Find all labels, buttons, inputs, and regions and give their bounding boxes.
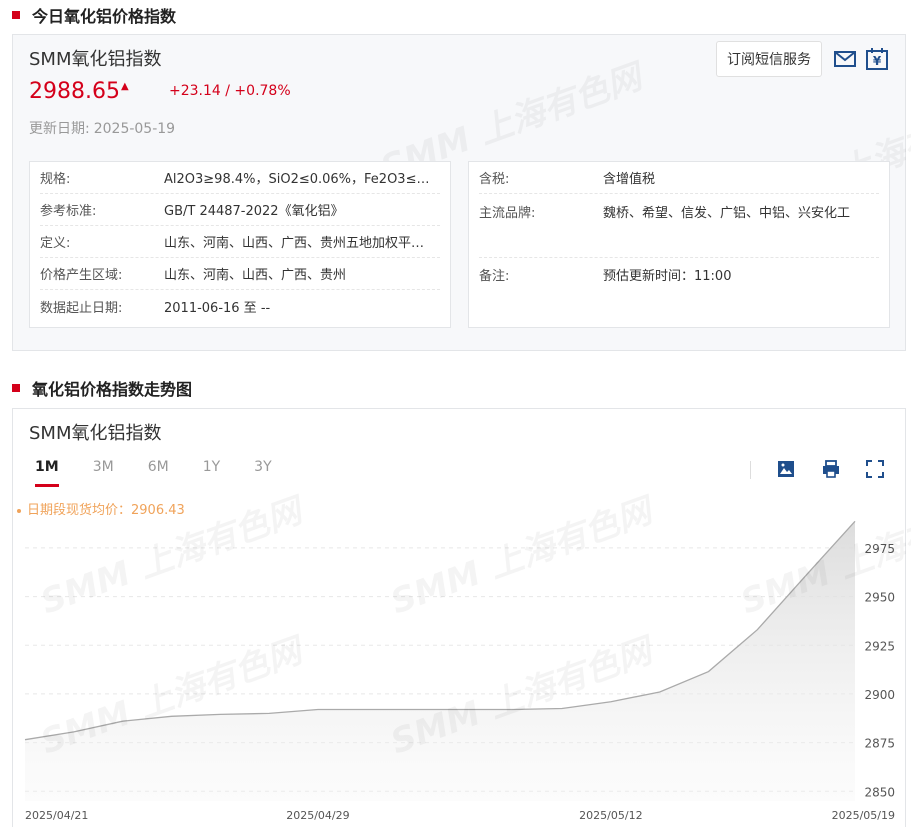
spec-info-box: 规格: Al2O3≥98.4%，SiO2≤0.06%，Fe2O3≤0.02% 参考… [29,161,451,328]
y-tick-label: 2975 [864,542,895,556]
y-tick-label: 2925 [864,639,895,653]
range-tabs: 1M 3M 6M 1Y 3Y [35,459,306,487]
index-price: 2988.65 [29,79,120,104]
info-row: 主流品牌: 魏桥、希望、信发、广铝、中铝、兴安化工 [479,194,879,258]
y-tick-label: 2900 [864,688,895,702]
y-tick-label: 2875 [864,737,895,751]
area-fill [25,521,855,801]
chart-card: SMM氧化铝指数 1M 3M 6M 1Y 3Y 日期段现货均价：2906.43 … [12,408,911,827]
section-title: 今日氧化铝价格指数 [32,7,177,26]
info-row: 数据起止日期: 2011-06-16 至 -- [40,300,271,316]
update-value: 2025-05-19 [93,121,176,137]
print-icon[interactable] [821,459,841,479]
x-tick-label: 2025/05/19 [832,809,895,822]
svg-text:¥: ¥ [873,54,882,68]
index-name: SMM氧化铝指数 [29,49,162,70]
info-row: 价格产生区域: 山东、河南、山西、广西、贵州 [40,258,440,290]
tab-6m[interactable]: 6M [148,459,169,485]
section-header-today: 今日氧化铝价格指数 [12,3,176,27]
update-label: 更新日期: [29,121,90,137]
yen-calendar-icon[interactable]: ¥ [865,47,889,71]
info-row: 参考标准: GB/T 24487-2022《氧化铝》 [40,194,440,226]
tab-3y[interactable]: 3Y [254,459,271,485]
chart-title: SMM氧化铝指数 [29,423,162,444]
section-marker [12,11,20,19]
info-row: 备注: 预估更新时间：11:00 [479,268,732,284]
y-tick-label: 2850 [864,785,895,799]
mail-icon[interactable] [833,47,857,71]
image-download-icon[interactable] [776,459,796,479]
brand-info-box: 含税: 含增值税 主流品牌: 魏桥、希望、信发、广铝、中铝、兴安化工 备注: 预估更新… [468,161,890,328]
tab-1y[interactable]: 1Y [203,459,220,485]
section-header-trend: 氧化铝价格指数走势图 [12,376,192,400]
section-title: 氧化铝价格指数走势图 [32,380,193,399]
y-tick-label: 2950 [864,591,895,605]
info-row: 规格: Al2O3≥98.4%，SiO2≤0.06%，Fe2O3≤0.02% [40,162,440,194]
x-tick-label: 2025/04/29 [286,809,349,822]
up-arrow-icon: ▲ [121,81,129,92]
index-card: SMM 上海有色网 SMM 上海有色网 SMM氧化铝指数 2988.65 ▲ +… [12,34,911,351]
index-change: +23.14 / +0.78% [169,83,291,99]
update-date: 更新日期: 2025-05-19 [29,118,175,138]
x-tick-label: 2025/05/12 [579,809,642,822]
x-tick-label: 2025/04/21 [25,809,88,822]
price-chart: 2850 2875 2900 2925 2950 2975 2025/04/21 2025/0… [24,520,895,822]
tab-1m[interactable]: 1M [35,459,59,487]
fullscreen-icon[interactable] [865,459,885,479]
toolbar-divider [750,461,751,479]
subscribe-sms-button[interactable]: 订阅短信服务 [716,41,822,77]
section-marker [12,384,20,392]
info-row: 含税: 含增值税 [479,162,879,194]
tab-3m[interactable]: 3M [93,459,114,485]
info-row: 定义: 山东、河南、山西、广西、贵州五地加权平均价 [40,226,440,258]
